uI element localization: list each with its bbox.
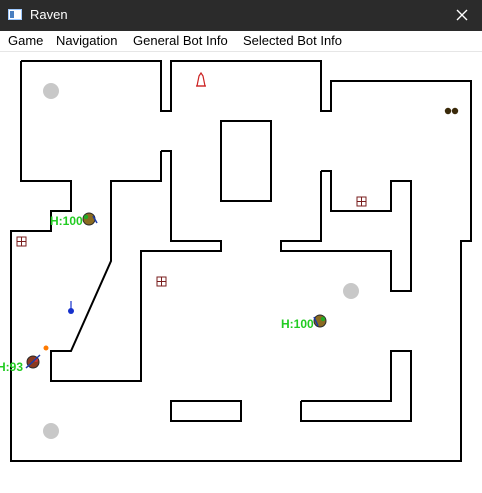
wall bbox=[280, 170, 412, 292]
bot-health-label: H:100 bbox=[281, 317, 314, 331]
wall bbox=[220, 120, 272, 202]
wall bbox=[170, 400, 242, 422]
bot[interactable]: H:100 bbox=[50, 212, 98, 228]
menu-game[interactable]: Game bbox=[8, 33, 43, 48]
rocket-launcher-icon bbox=[196, 71, 206, 87]
menu-selected-bot-info[interactable]: Selected Bot Info bbox=[243, 33, 342, 48]
menu-bar: Game Navigation General Bot Info Selecte… bbox=[0, 31, 482, 52]
health-pack-icon bbox=[156, 276, 167, 287]
menu-general-bot-info[interactable]: General Bot Info bbox=[133, 33, 228, 48]
wall bbox=[300, 350, 412, 422]
bot-icon bbox=[82, 212, 98, 226]
spawn-point-icon bbox=[43, 83, 59, 99]
bot[interactable]: H:93 bbox=[0, 345, 49, 375]
bot-icon bbox=[313, 314, 327, 328]
wall bbox=[50, 150, 222, 382]
bullet-icon bbox=[68, 301, 74, 314]
close-button[interactable] bbox=[442, 0, 482, 31]
app-icon bbox=[8, 9, 22, 20]
bot-icon bbox=[25, 345, 49, 369]
map-walls bbox=[10, 60, 472, 462]
window-title: Raven bbox=[30, 7, 68, 22]
bot-health-label: H:93 bbox=[0, 360, 23, 374]
spawn-point-icon bbox=[343, 283, 359, 299]
title-bar: Raven bbox=[0, 0, 482, 31]
bot-health-label: H:100 bbox=[50, 214, 83, 228]
game-map-canvas[interactable]: H:100 H:100 H:93 bbox=[0, 52, 482, 493]
spawn-point-icon bbox=[43, 423, 59, 439]
menu-navigation[interactable]: Navigation bbox=[56, 33, 117, 48]
health-pack-icon bbox=[356, 196, 367, 207]
shotgun-icon bbox=[444, 107, 459, 115]
health-pack-icon bbox=[16, 236, 27, 247]
close-icon bbox=[456, 9, 468, 21]
bot[interactable]: H:100 bbox=[281, 314, 327, 331]
